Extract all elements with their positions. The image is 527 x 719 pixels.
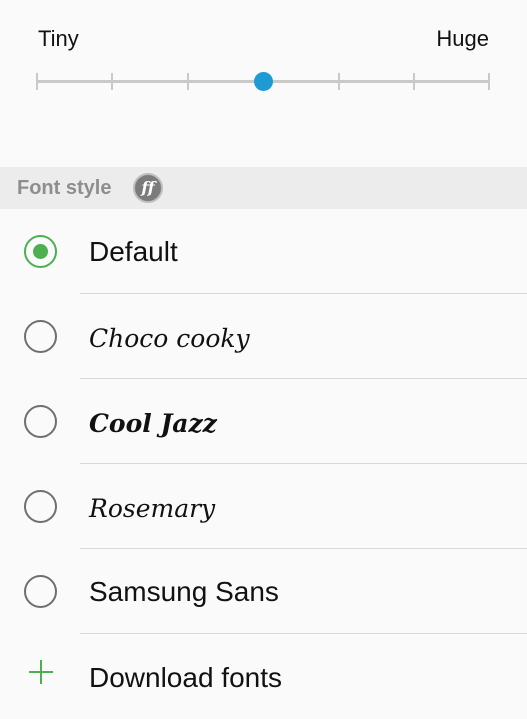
font-size-slider-thumb[interactable] [254,72,273,91]
radio-button[interactable] [24,575,57,608]
download-fonts-button[interactable]: Download fonts [0,634,527,719]
font-option-label: Choco cooky [89,324,250,353]
font-option-label: Cool Jazz [89,409,217,438]
font-option-rosemary[interactable]: Rosemary [0,464,527,549]
font-size-min-label: Tiny [38,26,79,51]
radio-button[interactable] [24,490,57,523]
slider-tick [36,73,38,90]
radio-button-selected[interactable] [24,235,57,268]
ff-icon: ff [133,173,163,203]
download-fonts-label: Download fonts [89,662,283,693]
font-option-choco-cooky[interactable]: Choco cooky [0,294,527,379]
font-option-label: Default [89,236,178,267]
radio-button[interactable] [24,320,57,353]
font-option-default[interactable]: Default [0,209,527,294]
font-style-header: Font style ff [0,167,527,209]
font-size-max-label: Huge [436,26,489,51]
slider-tick [413,73,415,90]
font-option-cool-jazz[interactable]: Cool Jazz [0,379,527,464]
font-option-samsung-sans[interactable]: Samsung Sans [0,549,527,634]
slider-tick [111,73,113,90]
slider-tick [488,73,490,90]
font-style-title: Font style [17,177,112,199]
slider-tick [338,73,340,90]
font-option-label: Rosemary [89,494,216,523]
font-size-panel: Tiny Huge [0,0,527,167]
slider-tick [187,73,189,90]
font-option-label: Samsung Sans [89,576,279,607]
radio-button[interactable] [24,405,57,438]
plus-icon [29,660,53,684]
